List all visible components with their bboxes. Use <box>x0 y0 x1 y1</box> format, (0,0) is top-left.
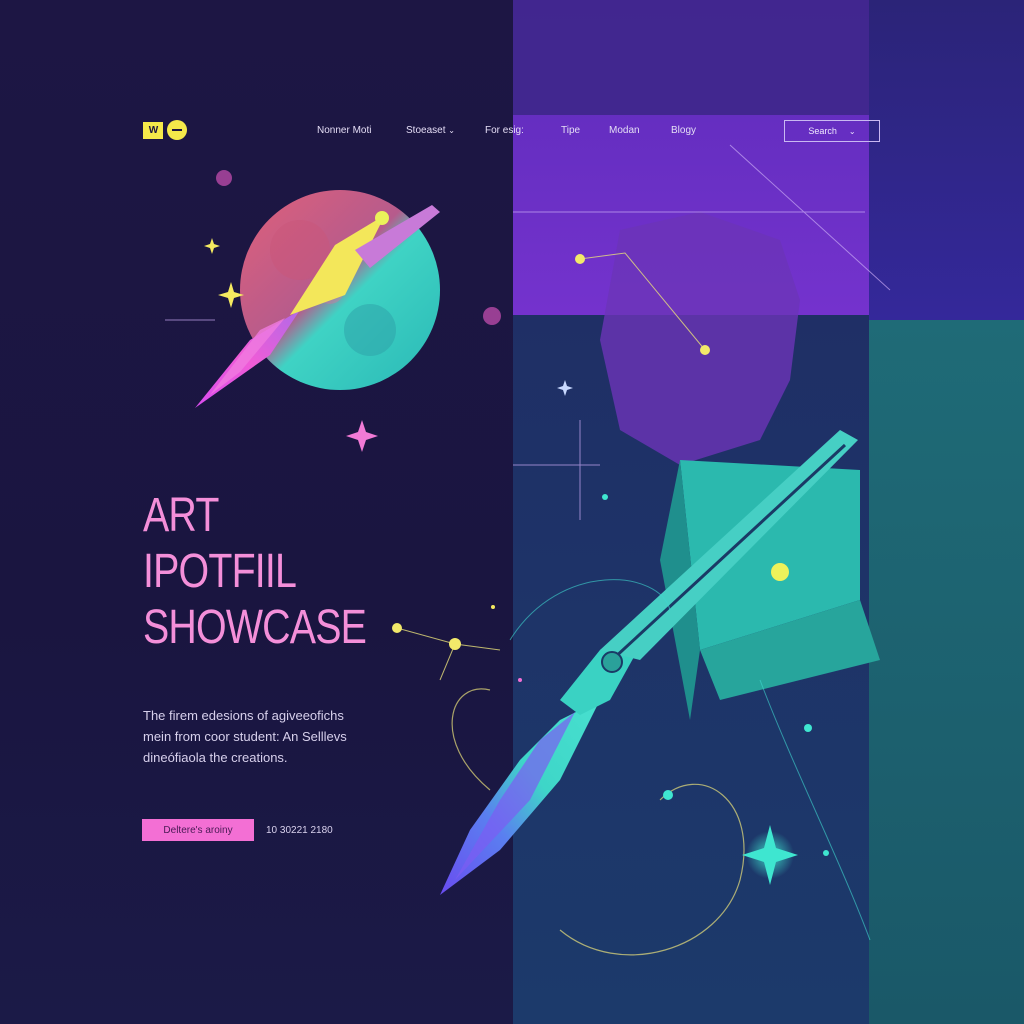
purple-rock-illustration <box>600 212 800 465</box>
cta-button[interactable]: Deltere's aroiny <box>142 819 254 841</box>
hero-title-line: ART <box>143 489 219 542</box>
page: W Nonner Moti Stoeaset ⌄ For esig: Tipe … <box>0 0 1024 1024</box>
nav-item-for-design[interactable]: For esig: <box>485 125 524 136</box>
hero-description-line: dineófiaola the creations. <box>143 750 288 765</box>
nav-item-home[interactable]: Nonner Moti <box>317 125 371 136</box>
hero-title-line: SHOWCASE <box>143 601 367 654</box>
nav-item-label: Modan <box>609 125 640 136</box>
nav-item-label: For esig: <box>485 125 524 136</box>
cta-meta-text: 10 30221 2180 <box>266 825 333 836</box>
nav-item-blog[interactable]: Blogy <box>671 125 696 136</box>
search-label: Search <box>808 126 837 136</box>
nav-item-showcase[interactable]: Stoeaset ⌄ <box>406 125 455 136</box>
teal-glow <box>746 831 794 879</box>
nav-item-modern[interactable]: Modan <box>609 125 640 136</box>
search-dropdown[interactable]: Search ⌄ <box>784 120 880 142</box>
nav-item-label: Stoeaset <box>406 125 446 136</box>
hero-description-line: mein from coor student: An Selllevs <box>143 729 347 744</box>
nav-item-label: Tipe <box>561 125 581 136</box>
nav-item-label: Blogy <box>671 125 697 136</box>
chevron-down-icon: ⌄ <box>848 126 856 136</box>
nav-item-label: Nonner Moti <box>317 125 372 136</box>
chevron-down-icon: ⌄ <box>448 126 455 135</box>
hero-title: ART IPOTFIIL SHOWCASE <box>143 488 415 656</box>
hero-title-line: IPOTFIIL <box>143 545 297 598</box>
hero-description: The firem edesions of agiveeofichs mein … <box>143 705 403 768</box>
hero-description-line: The firem edesions of agiveeofichs <box>143 708 344 723</box>
nav-item-tips[interactable]: Tipe <box>561 125 580 136</box>
